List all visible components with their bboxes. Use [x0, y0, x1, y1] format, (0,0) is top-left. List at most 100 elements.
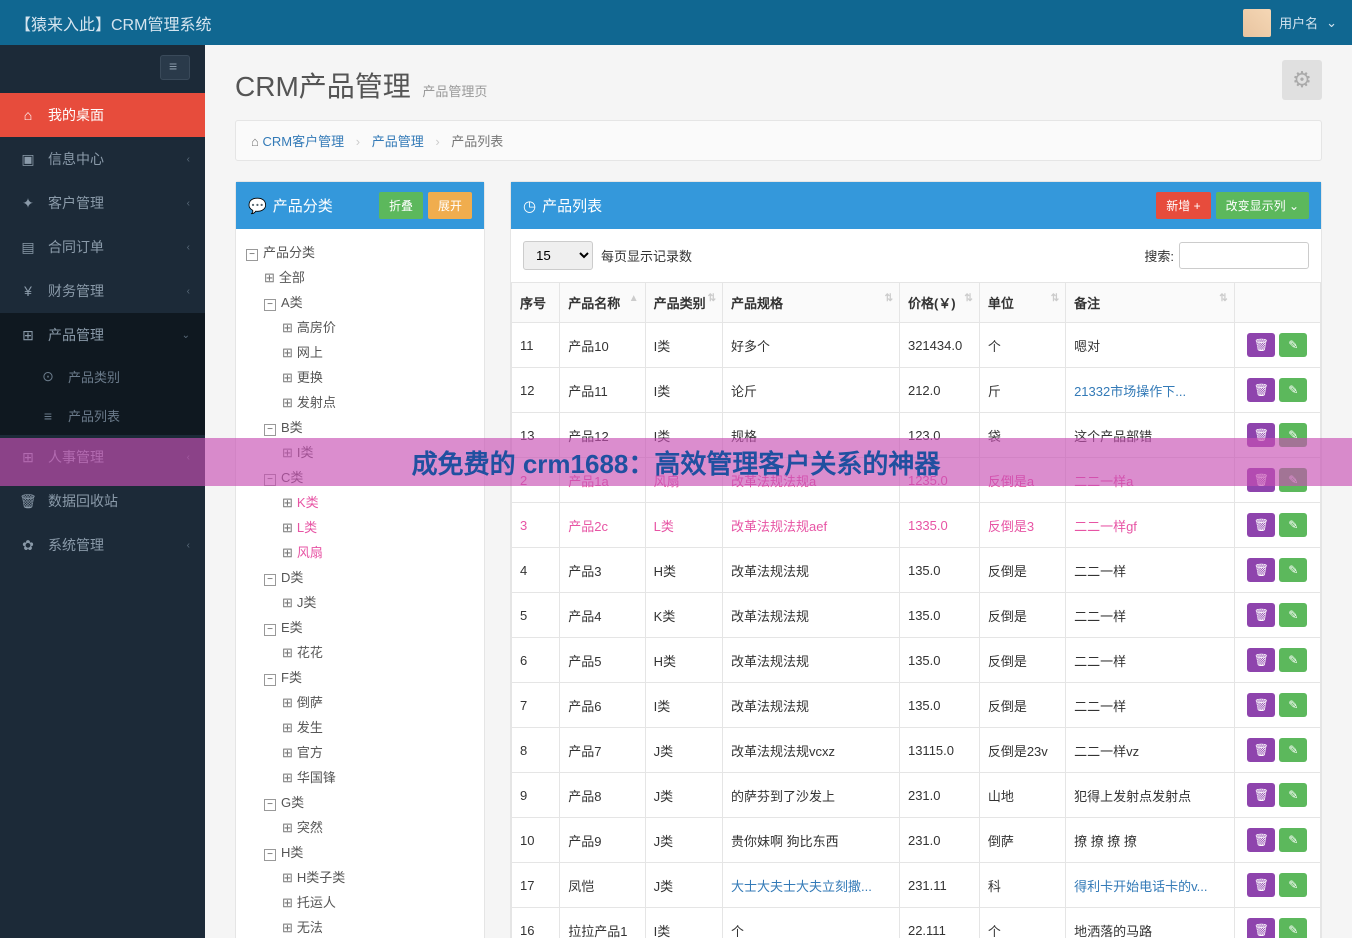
add-button[interactable]: 新增 + [1156, 192, 1210, 219]
delete-button[interactable]: 🗑 [1247, 603, 1275, 627]
cell-category: I类 [645, 323, 722, 368]
tree-node[interactable]: ⊞风扇 [246, 539, 474, 564]
cell-note[interactable]: 21332市场操作下... [1066, 368, 1235, 413]
column-header[interactable]: 单位⇅ [979, 283, 1065, 323]
tree-node[interactable]: ⊞K类 [246, 489, 474, 514]
tree-node[interactable]: ⊞花花 [246, 639, 474, 664]
column-header[interactable]: 产品类别⇅ [645, 283, 722, 323]
delete-button[interactable]: 🗑 [1247, 783, 1275, 807]
cell-note[interactable]: 得利卡开始电话卡的v... [1066, 863, 1235, 908]
cell-spec[interactable]: 大士大夫士大夫立刻撒... [723, 863, 900, 908]
edit-button[interactable]: ✎ [1279, 423, 1307, 447]
tree-node[interactable]: ⊞全部 [246, 264, 474, 289]
collapse-button[interactable]: 折叠 [379, 192, 423, 219]
edit-button[interactable]: ✎ [1279, 918, 1307, 938]
tree-node[interactable]: ⊞倒萨 [246, 689, 474, 714]
edit-button[interactable]: ✎ [1279, 783, 1307, 807]
tree-toggle[interactable]: − [264, 849, 276, 861]
breadcrumb-item[interactable]: CRM客户管理 [262, 134, 344, 149]
tree-node[interactable]: −产品分类 [246, 239, 474, 264]
delete-button[interactable]: 🗑 [1247, 918, 1275, 938]
tree-node[interactable]: ⊞更换 [246, 364, 474, 389]
edit-button[interactable]: ✎ [1279, 378, 1307, 402]
trash-icon: 🗑 [1254, 518, 1269, 532]
edit-button[interactable]: ✎ [1279, 603, 1307, 627]
tree-node[interactable]: ⊞高房价 [246, 314, 474, 339]
sidebar-item[interactable]: ✦客户管理‹ [0, 181, 205, 225]
tree-toggle[interactable]: − [264, 799, 276, 811]
tree-node[interactable]: −D类 [246, 564, 474, 589]
sidebar-item[interactable]: ⌂我的桌面 [0, 93, 205, 137]
submenu-item[interactable]: ≡产品列表 [20, 396, 205, 435]
column-header[interactable]: 产品名称▲ [560, 283, 645, 323]
delete-button[interactable]: 🗑 [1247, 873, 1275, 897]
tree-node[interactable]: ⊞官方 [246, 739, 474, 764]
tree-toggle[interactable]: − [264, 299, 276, 311]
user-menu[interactable]: 用户名 ⌄ [1243, 9, 1337, 37]
settings-button[interactable]: ⚙ [1282, 60, 1322, 100]
tree-node[interactable]: ⊞发生 [246, 714, 474, 739]
tree-toggle[interactable]: − [264, 424, 276, 436]
tree-toggle[interactable]: − [246, 249, 258, 261]
tree-node[interactable]: ⊞J类 [246, 589, 474, 614]
tree-node[interactable]: −C类 [246, 464, 474, 489]
sidebar-item[interactable]: 🗑数据回收站 [0, 479, 205, 523]
breadcrumb-item[interactable]: 产品管理 [372, 134, 424, 149]
column-header[interactable]: 产品规格⇅ [723, 283, 900, 323]
sidebar-item[interactable]: ⊞产品管理⌄ [0, 313, 205, 357]
delete-button[interactable]: 🗑 [1247, 828, 1275, 852]
tree-node[interactable]: ⊞L类 [246, 514, 474, 539]
column-header[interactable] [1234, 283, 1320, 323]
tree-toggle[interactable]: − [264, 674, 276, 686]
column-header[interactable]: 备注⇅ [1066, 283, 1235, 323]
delete-button[interactable]: 🗑 [1247, 333, 1275, 357]
page-size-select[interactable]: 15 [523, 241, 593, 270]
edit-button[interactable]: ✎ [1279, 873, 1307, 897]
sidebar-item[interactable]: ✿系统管理‹ [0, 523, 205, 567]
tree-node[interactable]: −B类 [246, 414, 474, 439]
column-header[interactable]: 序号 [512, 283, 560, 323]
tree-toggle[interactable]: − [264, 624, 276, 636]
tree-toggle[interactable]: − [264, 574, 276, 586]
tree-toggle[interactable]: − [264, 474, 276, 486]
tree-node[interactable]: −H类 [246, 839, 474, 864]
sidebar-item[interactable]: ▤合同订单‹ [0, 225, 205, 269]
delete-button[interactable]: 🗑 [1247, 558, 1275, 582]
sidebar-item[interactable]: ¥财务管理‹ [0, 269, 205, 313]
edit-button[interactable]: ✎ [1279, 693, 1307, 717]
delete-button[interactable]: 🗑 [1247, 378, 1275, 402]
delete-button[interactable]: 🗑 [1247, 468, 1275, 492]
tree-node[interactable]: ⊞发射点 [246, 389, 474, 414]
tree-node[interactable]: −G类 [246, 789, 474, 814]
delete-button[interactable]: 🗑 [1247, 423, 1275, 447]
expand-button[interactable]: 展开 [428, 192, 472, 219]
sidebar-item[interactable]: ▣信息中心‹ [0, 137, 205, 181]
columns-button[interactable]: 改变显示列 ⌄ [1216, 192, 1309, 219]
tree-node[interactable]: ⊞网上 [246, 339, 474, 364]
tree-node[interactable]: −E类 [246, 614, 474, 639]
tree-node[interactable]: ⊞华国锋 [246, 764, 474, 789]
tree-node[interactable]: ⊞H类子类 [246, 864, 474, 889]
edit-button[interactable]: ✎ [1279, 648, 1307, 672]
tree-node[interactable]: ⊞无法 [246, 914, 474, 938]
submenu-item[interactable]: ⊙产品类别 [20, 357, 205, 396]
delete-button[interactable]: 🗑 [1247, 693, 1275, 717]
tree-node[interactable]: ⊞突然 [246, 814, 474, 839]
tree-node[interactable]: ⊞I类 [246, 439, 474, 464]
edit-button[interactable]: ✎ [1279, 558, 1307, 582]
delete-button[interactable]: 🗑 [1247, 738, 1275, 762]
column-header[interactable]: 价格(￥)⇅ [899, 283, 979, 323]
tree-node[interactable]: −A类 [246, 289, 474, 314]
delete-button[interactable]: 🗑 [1247, 513, 1275, 537]
edit-button[interactable]: ✎ [1279, 333, 1307, 357]
edit-button[interactable]: ✎ [1279, 468, 1307, 492]
tree-node[interactable]: −F类 [246, 664, 474, 689]
sidebar-item[interactable]: ⊞人事管理‹ [0, 435, 205, 479]
tree-node[interactable]: ⊞托运人 [246, 889, 474, 914]
edit-button[interactable]: ✎ [1279, 738, 1307, 762]
search-input[interactable] [1179, 242, 1309, 269]
sidebar-toggle-button[interactable] [160, 55, 190, 80]
edit-button[interactable]: ✎ [1279, 828, 1307, 852]
delete-button[interactable]: 🗑 [1247, 648, 1275, 672]
edit-button[interactable]: ✎ [1279, 513, 1307, 537]
